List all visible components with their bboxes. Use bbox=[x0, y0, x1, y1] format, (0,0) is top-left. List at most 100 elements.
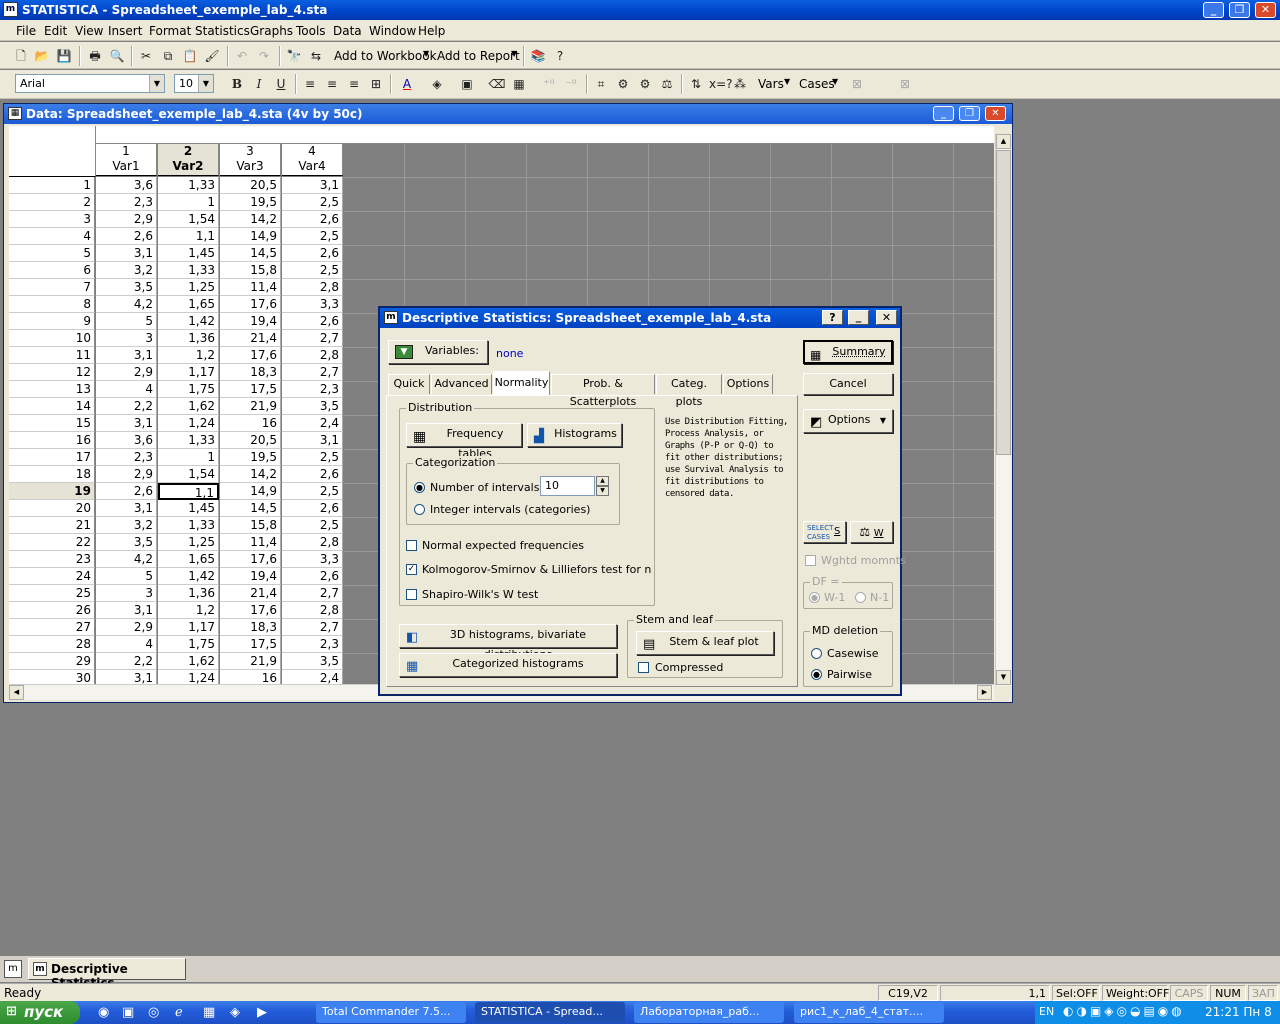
table-cell[interactable]: 19,4 bbox=[220, 313, 281, 330]
increase-decimal-icon[interactable]: ⁺⁰ bbox=[540, 75, 558, 93]
frequency-tables-button[interactable]: ▦ Frequency tables bbox=[406, 423, 522, 460]
table-cell[interactable]: 1,36 bbox=[158, 330, 219, 347]
minimize-button[interactable]: _ bbox=[848, 310, 869, 325]
table-cell[interactable]: 17,6 bbox=[220, 347, 281, 364]
cancel-button[interactable]: Cancel bbox=[803, 373, 893, 395]
table-cell[interactable]: 2,6 bbox=[282, 211, 343, 228]
table-cell[interactable]: 1,25 bbox=[158, 279, 219, 296]
menu-format[interactable]: Format bbox=[149, 24, 191, 38]
table-cell[interactable]: 2,6 bbox=[282, 466, 343, 483]
row-header[interactable]: 6 bbox=[9, 262, 95, 279]
table-cell[interactable]: 1,62 bbox=[158, 398, 219, 415]
table-cell[interactable]: 3,6 bbox=[96, 177, 157, 194]
undo-icon[interactable]: ↶ bbox=[233, 47, 251, 65]
open-icon[interactable]: 📂 bbox=[33, 47, 51, 65]
table-cell[interactable]: 3,1 bbox=[282, 432, 343, 449]
table-cell[interactable]: 2,3 bbox=[282, 381, 343, 398]
task-total-commander[interactable]: Total Commander 7.5... bbox=[316, 1002, 466, 1023]
align-left-icon[interactable]: ≡ bbox=[301, 75, 319, 93]
tray-icons[interactable]: ◐◑▣◈◎◒▤◉◍ bbox=[1063, 1004, 1185, 1018]
random-icon[interactable]: ⁂ bbox=[731, 75, 749, 93]
menu-edit[interactable]: Edit bbox=[44, 24, 67, 38]
row-header[interactable]: 28 bbox=[9, 636, 95, 653]
row-header[interactable]: 3 bbox=[9, 211, 95, 228]
table-cell[interactable]: 2,5 bbox=[282, 262, 343, 279]
table-cell[interactable]: 1,25 bbox=[158, 534, 219, 551]
table-cell[interactable]: 18,3 bbox=[220, 619, 281, 636]
table-cell[interactable]: 2,3 bbox=[96, 449, 157, 466]
table-cell[interactable]: 2,8 bbox=[282, 347, 343, 364]
table-cell[interactable]: 2,9 bbox=[96, 466, 157, 483]
pattern-icon[interactable]: ⊠ bbox=[896, 75, 914, 93]
table-cell[interactable]: 2,6 bbox=[282, 568, 343, 585]
table-cell[interactable]: 5 bbox=[96, 568, 157, 585]
menu-insert[interactable]: Insert bbox=[108, 24, 142, 38]
table-cell[interactable]: 2,9 bbox=[96, 211, 157, 228]
pattern-icon[interactable]: ⊠ bbox=[848, 75, 866, 93]
table-cell[interactable]: 4,2 bbox=[96, 296, 157, 313]
table-cell[interactable]: 3,5 bbox=[282, 398, 343, 415]
minimize-button[interactable]: _ bbox=[1203, 2, 1224, 18]
menu-data[interactable]: Data bbox=[333, 24, 362, 38]
task-lab-doc[interactable]: Лабораторная_раб... bbox=[634, 1002, 784, 1023]
table-cell[interactable]: 3,5 bbox=[282, 653, 343, 670]
book-icon[interactable]: 📚 bbox=[529, 47, 547, 65]
row-header[interactable]: 24 bbox=[9, 568, 95, 585]
table-cell[interactable]: 3,1 bbox=[282, 177, 343, 194]
row-header[interactable]: 27 bbox=[9, 619, 95, 636]
table-cell[interactable]: 17,5 bbox=[220, 381, 281, 398]
table-cell[interactable]: 2,5 bbox=[282, 517, 343, 534]
menu-help[interactable]: Help bbox=[418, 24, 445, 38]
row-header[interactable]: 16 bbox=[9, 432, 95, 449]
sw-test-checkbox[interactable] bbox=[406, 589, 417, 600]
table-cell[interactable]: 2,7 bbox=[282, 585, 343, 602]
table-cell[interactable]: 2,4 bbox=[282, 415, 343, 432]
menu-statistics[interactable]: Statistics bbox=[195, 24, 250, 38]
table-cell[interactable]: 3,3 bbox=[282, 551, 343, 568]
table-cell[interactable]: 2,2 bbox=[96, 653, 157, 670]
minimize-button[interactable]: _ bbox=[933, 106, 954, 121]
table-cell[interactable]: 1,65 bbox=[158, 296, 219, 313]
add-to-report-button[interactable]: Add to Report bbox=[437, 49, 520, 63]
row-header[interactable]: 20 bbox=[9, 500, 95, 517]
table-cell[interactable]: 3,1 bbox=[96, 602, 157, 619]
table-cell[interactable]: 1,1 bbox=[158, 483, 219, 500]
copy-icon[interactable]: ⧉ bbox=[159, 47, 177, 65]
row-header[interactable]: 1 bbox=[9, 177, 95, 194]
paste-icon[interactable]: 📋 bbox=[181, 47, 199, 65]
table-cell[interactable]: 2,6 bbox=[282, 245, 343, 262]
row-header[interactable]: 26 bbox=[9, 602, 95, 619]
menu-view[interactable]: View bbox=[75, 24, 103, 38]
table-cell[interactable]: 1,17 bbox=[158, 619, 219, 636]
table-cell[interactable]: 2,6 bbox=[282, 313, 343, 330]
table-cell[interactable]: 2,7 bbox=[282, 619, 343, 636]
start-button[interactable]: ⊞ пуск bbox=[0, 1001, 80, 1024]
table-cell[interactable]: 20,5 bbox=[220, 177, 281, 194]
format-painter-icon[interactable]: 🖌 bbox=[203, 47, 221, 65]
pairwise-radio[interactable]: ● bbox=[811, 669, 822, 680]
font-select[interactable]: Arial ▼ bbox=[15, 74, 165, 93]
table-cell[interactable]: 14,5 bbox=[220, 245, 281, 262]
table-cell[interactable]: 3,1 bbox=[96, 500, 157, 517]
minimized-descriptive-statistics[interactable]: ⅿ Descriptive Statistics... bbox=[28, 958, 186, 990]
table-cell[interactable]: 3,5 bbox=[96, 279, 157, 296]
table-cell[interactable]: 1,45 bbox=[158, 500, 219, 517]
tray-lang[interactable]: EN bbox=[1039, 1005, 1054, 1018]
menu-window[interactable]: Window bbox=[369, 24, 416, 38]
redo-icon[interactable]: ↷ bbox=[255, 47, 273, 65]
row-header[interactable]: 21 bbox=[9, 517, 95, 534]
number-of-intervals-radio[interactable]: ● bbox=[414, 482, 425, 493]
table-cell[interactable]: 2,2 bbox=[96, 398, 157, 415]
table-cell[interactable]: 2,6 bbox=[96, 483, 157, 500]
table-cell[interactable]: 21,4 bbox=[220, 585, 281, 602]
row-header[interactable]: 17 bbox=[9, 449, 95, 466]
row-header[interactable]: 10 bbox=[9, 330, 95, 347]
histograms-button[interactable]: ▟ Histograms bbox=[527, 423, 622, 447]
normal-expected-checkbox[interactable] bbox=[406, 540, 417, 551]
row-header[interactable]: 23 bbox=[9, 551, 95, 568]
n1-radio[interactable] bbox=[855, 592, 866, 603]
table-cell[interactable]: 2,9 bbox=[96, 364, 157, 381]
row-header[interactable]: 15 bbox=[9, 415, 95, 432]
table-cell[interactable]: 17,5 bbox=[220, 636, 281, 653]
table-cell[interactable]: 3 bbox=[96, 585, 157, 602]
